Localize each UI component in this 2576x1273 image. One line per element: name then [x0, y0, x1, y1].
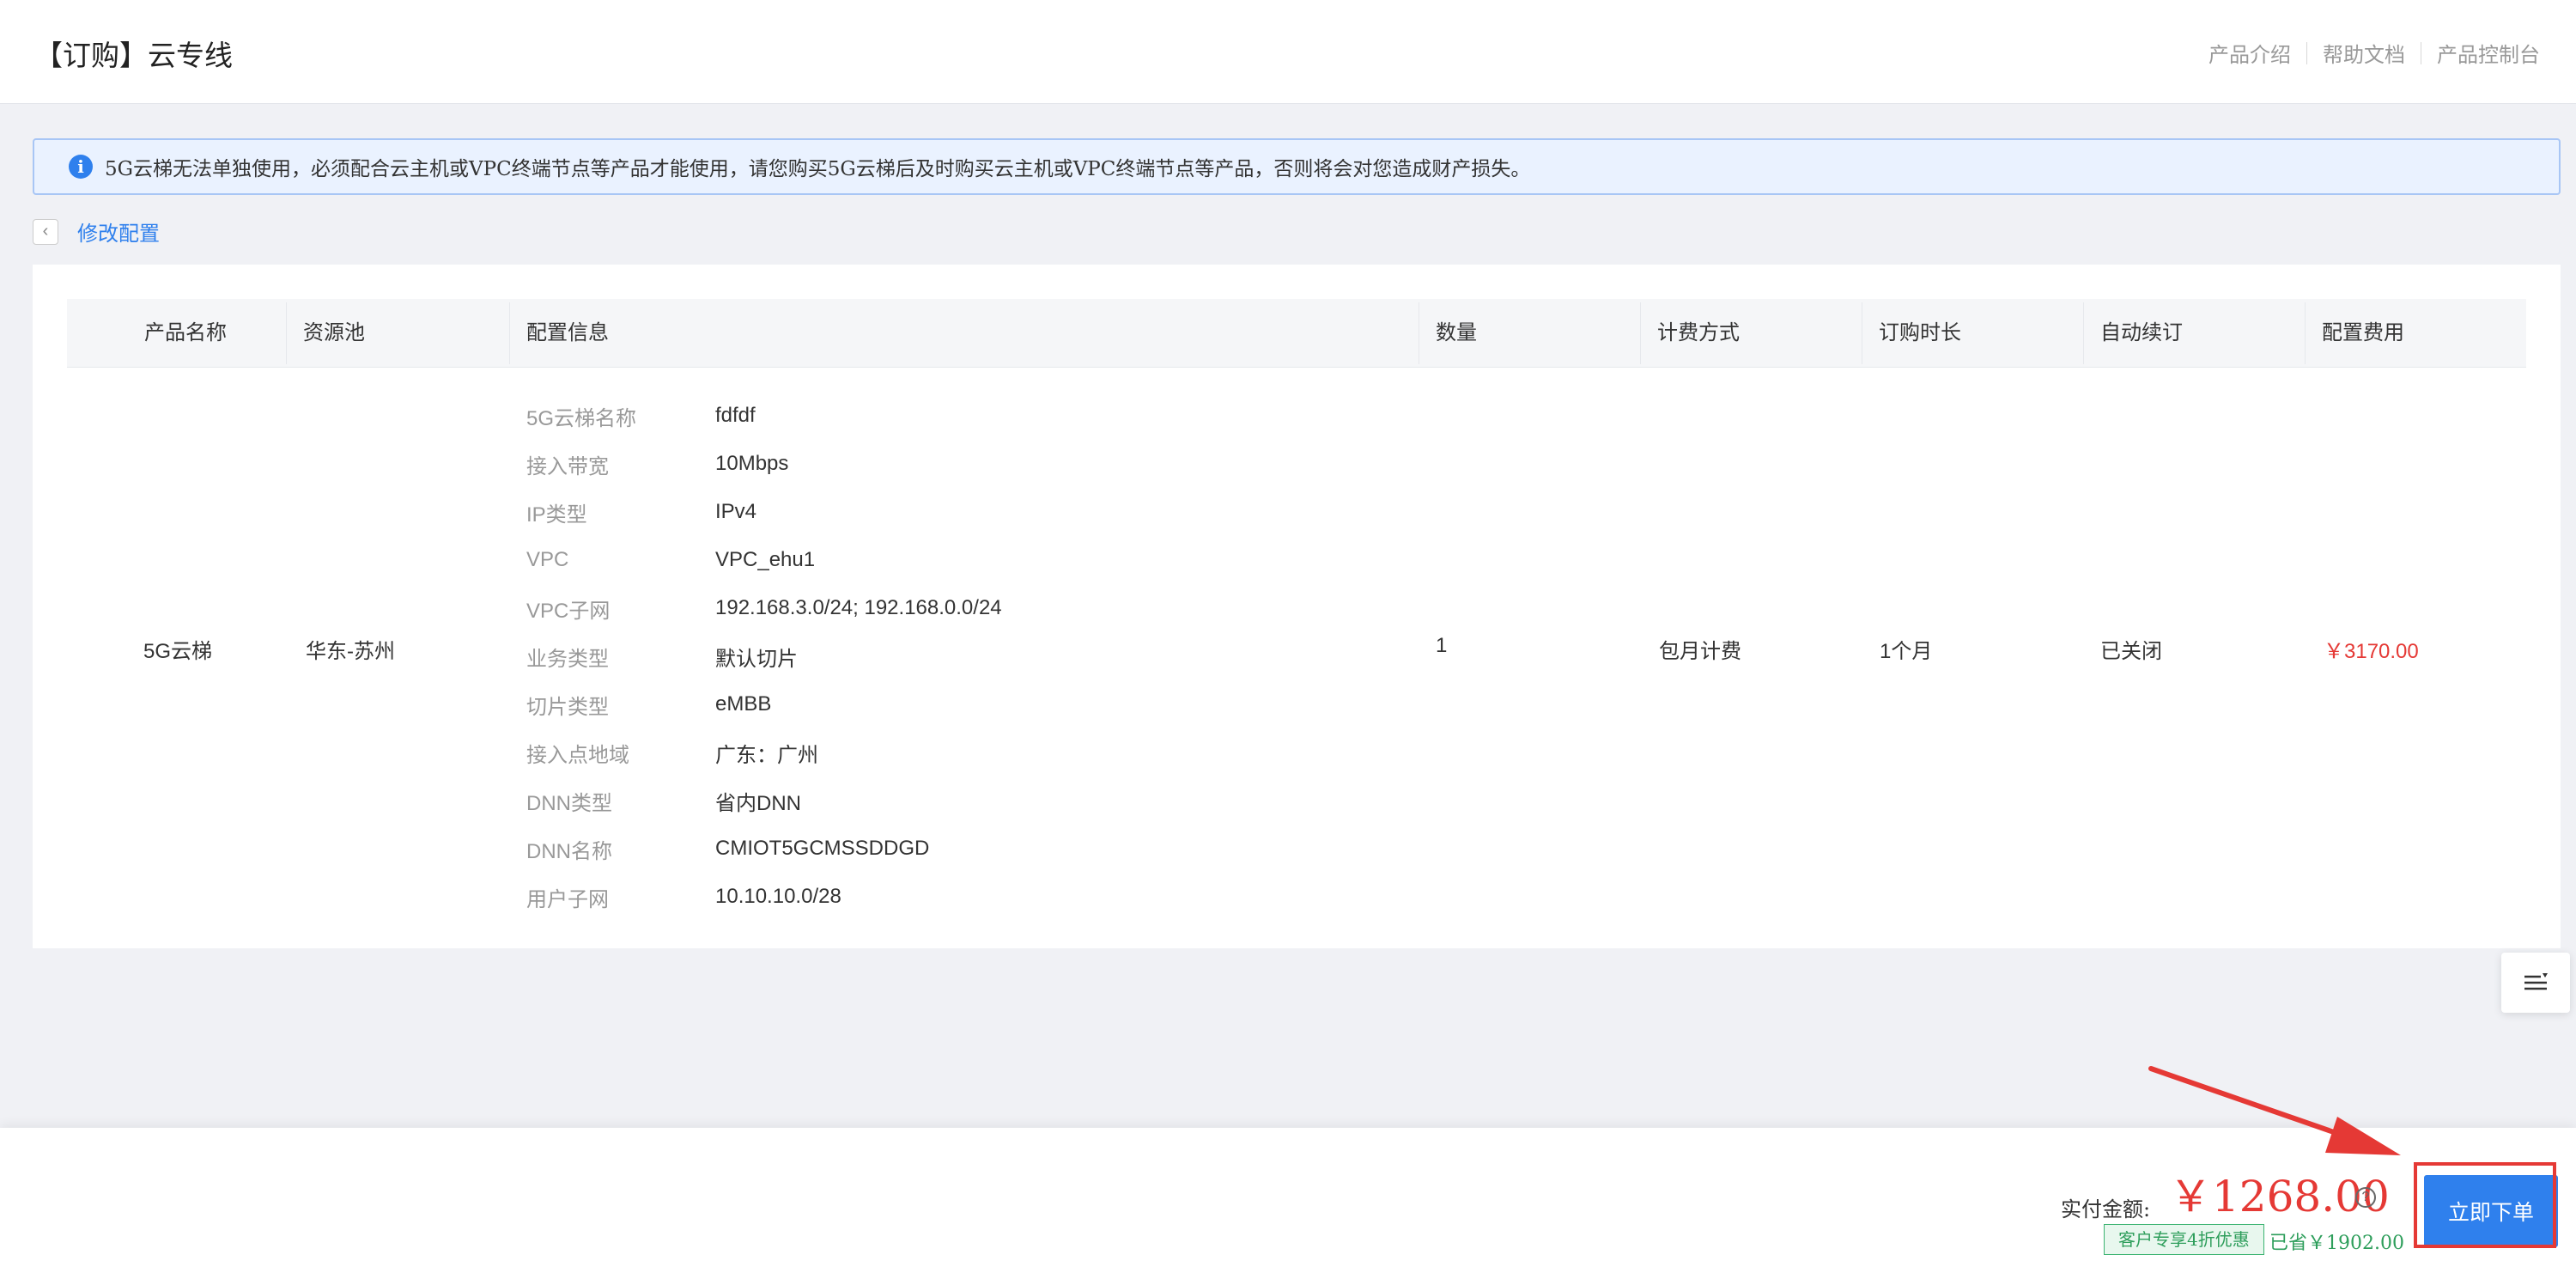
config-item: IP类型 IPv4: [526, 488, 756, 536]
config-value: 默认切片: [715, 647, 798, 671]
config-item: DNN名称 CMIOT5GCMSSDDGD: [526, 825, 929, 873]
info-icon: i: [69, 155, 93, 179]
config-label: 接入带宽: [526, 454, 609, 478]
config-value: eMBB: [715, 692, 772, 716]
highlight-box-annotation: [2414, 1162, 2556, 1248]
col-auto-renew: 自动续订: [2100, 321, 2183, 344]
config-value: 10Mbps: [715, 452, 789, 475]
top-header: 【订购】云专线 产品介绍 帮助文档 产品控制台: [0, 0, 2576, 104]
checkout-footer: 实付金额: ￥1268.00 ? 客户专享4折优惠 已省￥1902.00 立即下…: [0, 1128, 2576, 1273]
config-value: VPC_ehu1: [715, 548, 816, 571]
modify-config-link[interactable]: 修改配置: [77, 216, 160, 247]
modify-config-row: ‹ 修改配置: [33, 216, 160, 247]
col-billing: 计费方式: [1657, 321, 1740, 344]
config-label: VPC: [526, 548, 569, 571]
config-label: DNN类型: [526, 791, 612, 815]
help-question-icon[interactable]: ?: [2355, 1187, 2376, 1208]
order-table-card: 产品名称 资源池 配置信息 数量 计费方式 订购时长 自动续订 配置费用 5G云…: [33, 265, 2561, 948]
cell-duration: 1个月: [1880, 640, 1933, 663]
discount-badge: 客户专享4折优惠: [2104, 1224, 2264, 1255]
config-label: DNN名称: [526, 839, 612, 863]
saved-amount: 已省￥1902.00: [2269, 1233, 2404, 1254]
list-menu-icon[interactable]: [2501, 953, 2570, 1013]
warning-notice: i 5G云梯无法单独使用，必须配合云主机或VPC终端节点等产品才能使用，请您购买…: [33, 138, 2561, 195]
link-help-docs[interactable]: 帮助文档: [2307, 38, 2421, 68]
config-label: 用户子网: [526, 887, 609, 911]
cell-config-fee: ￥3170.00: [2324, 640, 2419, 663]
config-item: 接入带宽 10Mbps: [526, 440, 788, 488]
config-value: CMIOT5GCMSSDDGD: [715, 837, 930, 860]
col-config-info: 配置信息: [526, 321, 609, 344]
config-label: VPC子网: [526, 599, 611, 623]
config-item: VPC子网 192.168.3.0/24; 192.168.0.0/24: [526, 584, 1002, 632]
config-label: 5G云梯名称: [526, 406, 637, 430]
config-item: 接入点地域 广东：广州: [526, 728, 818, 777]
chevron-left-icon[interactable]: ‹: [33, 218, 58, 245]
list-icon-svg: [2524, 973, 2548, 990]
config-label: 业务类型: [526, 647, 609, 671]
config-item: DNN类型 省内DNN: [526, 777, 801, 825]
col-quantity: 数量: [1436, 321, 1477, 344]
config-label: 接入点地域: [526, 743, 629, 767]
config-item: 5G云梯名称 fdfdf: [526, 392, 756, 440]
config-value: 广东：广州: [715, 743, 818, 767]
notice-text: 5G云梯无法单独使用，必须配合云主机或VPC终端节点等产品才能使用，请您购买5G…: [105, 158, 1531, 180]
config-value: 省内DNN: [715, 791, 801, 815]
col-duration: 订购时长: [1879, 321, 1961, 344]
config-value: 192.168.3.0/24; 192.168.0.0/24: [715, 596, 1002, 619]
page-title: 【订购】云专线: [34, 39, 233, 72]
col-resource-pool: 资源池: [303, 321, 365, 344]
cell-auto-renew: 已关闭: [2100, 640, 2162, 663]
config-label: IP类型: [526, 502, 587, 527]
cell-product-name: 5G云梯: [143, 640, 213, 663]
cell-billing: 包月计费: [1659, 640, 1741, 663]
config-item: 切片类型 eMBB: [526, 680, 771, 728]
config-item: 业务类型 默认切片: [526, 632, 798, 680]
top-links: 产品介绍 帮助文档 产品控制台: [2193, 38, 2555, 68]
config-value: 10.10.10.0/28: [715, 885, 841, 908]
config-value: fdfdf: [715, 404, 756, 427]
link-product-console[interactable]: 产品控制台: [2421, 38, 2555, 68]
table-header: 产品名称 资源池 配置信息 数量 计费方式 订购时长 自动续订 配置费用: [67, 299, 2526, 368]
col-product-name: 产品名称: [144, 321, 227, 344]
col-config-fee: 配置费用: [2322, 321, 2404, 344]
link-product-intro[interactable]: 产品介绍: [2193, 38, 2306, 68]
config-item: VPC VPC_ehu1: [526, 536, 815, 584]
cell-quantity: 1: [1436, 634, 1448, 657]
config-label: 切片类型: [526, 695, 609, 719]
config-item: 用户子网 10.10.10.0/28: [526, 873, 841, 921]
pay-amount-label: 实付金额:: [2061, 1197, 2151, 1221]
config-value: IPv4: [715, 500, 757, 523]
cell-resource-pool: 华东-苏州: [306, 640, 395, 663]
